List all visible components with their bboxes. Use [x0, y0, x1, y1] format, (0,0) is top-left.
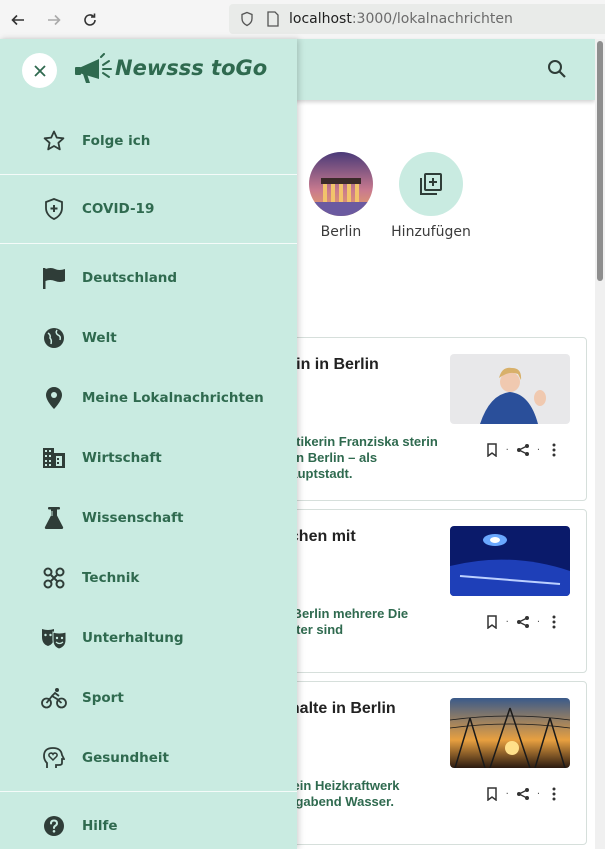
scrollbar-thumb[interactable]	[597, 41, 603, 281]
head-heart-icon	[41, 745, 67, 771]
circle-label: Hinzufügen	[391, 224, 471, 240]
globe-icon	[41, 325, 67, 351]
drawer-item-label: Wissenschaft	[82, 510, 184, 526]
card-text: n ein Heizkraftwerk kagabend Wasser.	[281, 778, 400, 809]
divider	[0, 791, 297, 792]
star-icon	[41, 128, 67, 154]
arrow-right-icon	[48, 14, 61, 25]
drawer-item-label: Welt	[82, 330, 117, 346]
divider	[0, 243, 297, 244]
drawer-item-wissenschaft[interactable]: Wissenschaft	[0, 488, 297, 548]
add-location-button[interactable]: Hinzufügen	[381, 152, 481, 240]
share-icon[interactable]	[515, 442, 531, 458]
location-circle-berlin[interactable]: Berlin	[291, 152, 391, 240]
forward-button[interactable]	[36, 0, 72, 39]
separator-dot: ·	[536, 616, 540, 628]
card-title[interactable]: shalte in Berlin	[281, 698, 441, 720]
page-icon	[263, 9, 283, 29]
app-logo-text: Newsss toGo	[115, 56, 268, 80]
masks-icon	[41, 625, 67, 651]
card-image[interactable]	[450, 526, 570, 596]
shield-plus-icon	[41, 196, 67, 222]
drawer-item-meine-lokalnachrichten[interactable]: Meine Lokalnachrichten	[0, 368, 297, 428]
drawer-item-covid-19[interactable]: COVID-19	[0, 179, 297, 239]
separator-dot: ·	[505, 444, 509, 456]
drawer-item-label: COVID-19	[82, 201, 155, 217]
card-actions: · ·	[484, 442, 562, 458]
share-icon[interactable]	[515, 786, 531, 802]
technology-icon	[41, 565, 67, 591]
card-image[interactable]	[450, 698, 570, 768]
separator-dot: ·	[505, 788, 509, 800]
drawer-item-folge-ich[interactable]: Folge ich	[0, 111, 297, 171]
more-vert-icon[interactable]	[546, 614, 562, 630]
drawer-item-label: Unterhaltung	[82, 630, 184, 646]
drawer-item-label: Hilfe	[82, 818, 118, 834]
drawer-item-label: Meine Lokalnachrichten	[82, 390, 264, 406]
bookmark-icon[interactable]	[484, 614, 500, 630]
more-vert-icon[interactable]	[546, 442, 562, 458]
drawer-item-label: Folge ich	[82, 133, 151, 149]
drawer-item-label: Gesundheit	[82, 750, 170, 766]
reload-button[interactable]	[72, 0, 108, 39]
circle-label: Berlin	[320, 224, 362, 240]
shield-icon	[237, 9, 257, 29]
card-text: olitikerin Franziska sterin von Berlin –…	[281, 434, 438, 481]
divider	[0, 174, 297, 175]
drawer-item-technik[interactable]: Technik	[0, 548, 297, 608]
address-bar[interactable]: localhost:3000/lokalnachrichten	[229, 4, 605, 34]
drawer-item-label: Technik	[82, 570, 140, 586]
drawer-item-deutschland[interactable]: Deutschland	[0, 248, 297, 308]
reload-icon	[84, 13, 96, 26]
search-button[interactable]	[545, 57, 569, 81]
scrollbar[interactable]	[595, 39, 605, 849]
drawer-item-wirtschaft[interactable]: Wirtschaft	[0, 428, 297, 488]
add-box-icon	[420, 173, 442, 195]
card-title[interactable]: schen mit	[281, 526, 441, 548]
browser-toolbar: localhost:3000/lokalnachrichten	[0, 0, 605, 39]
more-vert-icon[interactable]	[546, 786, 562, 802]
berlin-image	[309, 152, 373, 216]
drawer-item-label: Wirtschaft	[82, 450, 162, 466]
card-title[interactable]: erin in Berlin	[281, 354, 441, 376]
bookmark-icon[interactable]	[484, 786, 500, 802]
flask-icon	[41, 505, 67, 531]
flag-icon	[41, 265, 67, 291]
drawer-item-hilfe[interactable]: Hilfe	[0, 796, 297, 849]
bicycle-icon	[41, 685, 67, 711]
megaphone-icon	[73, 53, 113, 87]
separator-dot: ·	[536, 788, 540, 800]
back-button[interactable]	[0, 0, 36, 39]
close-drawer-button[interactable]	[22, 53, 57, 88]
url-text: localhost:3000/lokalnachrichten	[289, 11, 513, 27]
separator-dot: ·	[505, 616, 509, 628]
card-text: n Berlin mehrere Die Täter sind	[281, 606, 409, 637]
drawer-header: Newsss toGo	[0, 39, 297, 101]
card-image[interactable]	[450, 354, 570, 424]
card-actions: · ·	[484, 786, 562, 802]
arrow-left-icon	[11, 14, 24, 25]
drawer-item-gesundheit[interactable]: Gesundheit	[0, 728, 297, 788]
navigation-drawer: Newsss toGo Folge ich COVID-19 Deutschla…	[0, 39, 297, 849]
bookmark-icon[interactable]	[484, 442, 500, 458]
drawer-item-sport[interactable]: Sport	[0, 668, 297, 728]
drawer-item-welt[interactable]: Welt	[0, 308, 297, 368]
help-circle-icon	[41, 813, 67, 839]
drawer-item-label: Sport	[82, 690, 124, 706]
close-icon	[33, 64, 46, 77]
drawer-item-label: Deutschland	[82, 270, 178, 286]
share-icon[interactable]	[515, 614, 531, 630]
search-icon	[548, 60, 566, 78]
location-pin-icon	[41, 385, 67, 411]
drawer-item-unterhaltung[interactable]: Unterhaltung	[0, 608, 297, 668]
add-circle	[399, 152, 463, 216]
building-icon	[41, 445, 67, 471]
separator-dot: ·	[536, 444, 540, 456]
card-actions: · ·	[484, 614, 562, 630]
